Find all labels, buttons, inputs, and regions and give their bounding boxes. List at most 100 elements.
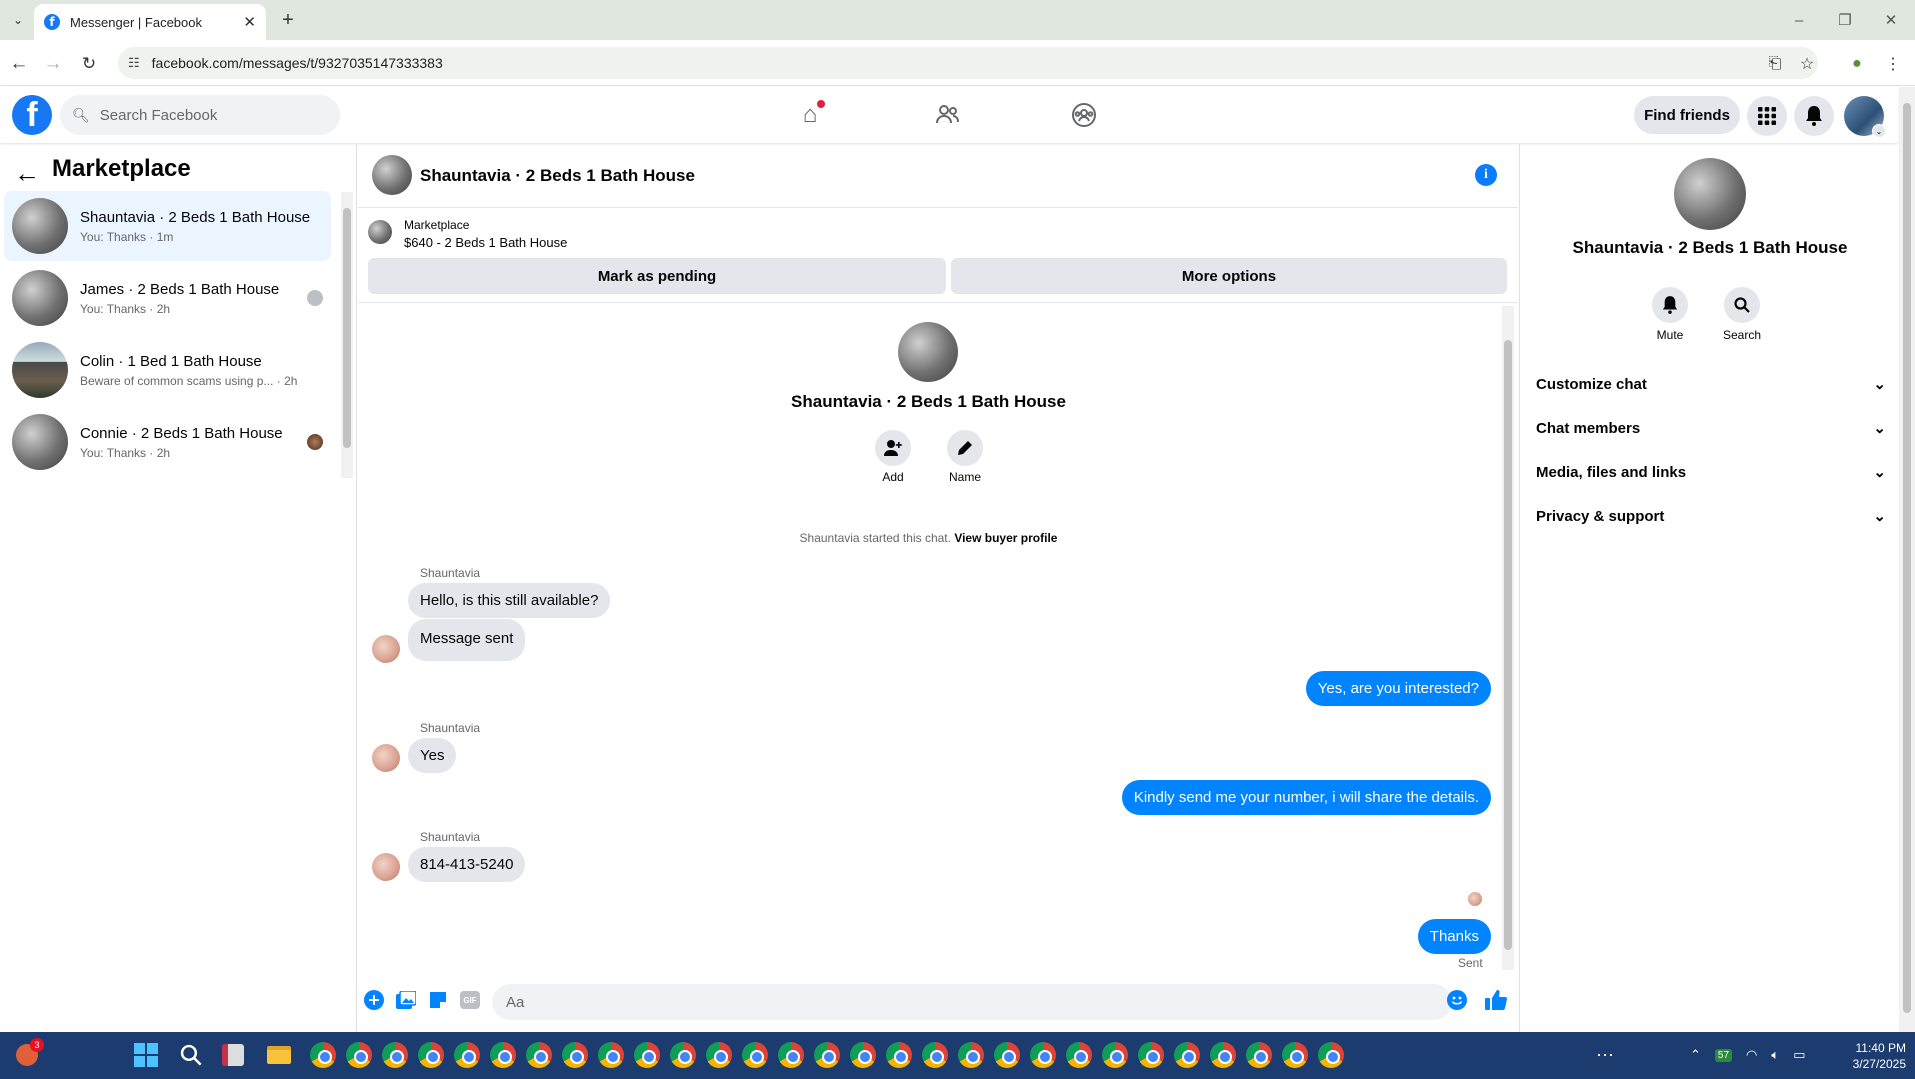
plus-icon[interactable] <box>362 988 386 1012</box>
tray-overflow-icon[interactable]: ⌃ <box>1690 1047 1701 1063</box>
chrome-taskbar-icon[interactable] <box>308 1040 338 1070</box>
more-options-button[interactable]: More options <box>951 258 1507 294</box>
chat-members-section[interactable]: Chat members ⌄ <box>1536 408 1886 448</box>
sender-avatar[interactable] <box>372 635 400 663</box>
chrome-taskbar-icon[interactable] <box>524 1040 554 1070</box>
system-clock[interactable]: 11:40 PM 3/27/2025 <box>1830 1040 1906 1072</box>
facebook-logo[interactable]: f <box>12 95 52 135</box>
windows-start-icon[interactable] <box>131 1040 161 1070</box>
chrome-taskbar-icon[interactable] <box>1028 1040 1058 1070</box>
profile-avatar[interactable] <box>898 322 958 382</box>
chrome-taskbar-icon[interactable] <box>1064 1040 1094 1070</box>
chrome-taskbar-icon[interactable] <box>884 1040 914 1070</box>
groups-icon[interactable] <box>1067 98 1101 132</box>
chrome-taskbar-icon[interactable] <box>1172 1040 1202 1070</box>
chrome-taskbar-icon[interactable] <box>416 1040 446 1070</box>
chrome-taskbar-icon[interactable] <box>1316 1040 1346 1070</box>
weather-widget[interactable]: 57 <box>1714 1048 1733 1062</box>
details-avatar[interactable] <box>1674 158 1746 230</box>
mute-bell-icon[interactable] <box>1652 287 1688 323</box>
incoming-message[interactable]: Yes <box>408 738 457 773</box>
outgoing-message[interactable]: Kindly send me your number, i will share… <box>1121 780 1491 815</box>
more-apps-icon[interactable]: ⋯ <box>1590 1040 1620 1070</box>
account-avatar[interactable]: ⌄ <box>1844 96 1886 138</box>
incoming-message[interactable]: 814-413-5240 <box>408 847 526 882</box>
close-window-icon[interactable]: ✕ <box>1876 8 1906 32</box>
menu-grid-icon[interactable] <box>1747 96 1787 136</box>
wifi-icon[interactable]: ◠ <box>1746 1047 1757 1063</box>
chrome-taskbar-icon[interactable] <box>848 1040 878 1070</box>
back-icon[interactable]: ← <box>6 51 32 77</box>
install-app-icon[interactable]: ⎗ <box>1762 51 1788 77</box>
privacy-support-section[interactable]: Privacy & support ⌄ <box>1536 496 1886 536</box>
profile-icon[interactable]: ● <box>1844 51 1870 77</box>
chat-scrollbar[interactable] <box>1502 306 1514 970</box>
photo-icon[interactable] <box>394 988 418 1012</box>
notifications-bell-icon[interactable] <box>1794 96 1834 136</box>
chrome-taskbar-icon[interactable] <box>488 1040 518 1070</box>
chrome-taskbar-icon[interactable] <box>1280 1040 1310 1070</box>
task-view-icon[interactable] <box>218 1040 248 1070</box>
add-person-icon[interactable] <box>875 430 911 466</box>
chrome-taskbar-icon[interactable] <box>956 1040 986 1070</box>
page-scrollbar[interactable] <box>1899 87 1915 1032</box>
gif-icon[interactable]: GIF <box>458 988 482 1012</box>
friends-icon[interactable] <box>930 98 964 132</box>
conversation-item[interactable]: Connie · 2 Beds 1 Bath House You: Thanks … <box>4 407 331 477</box>
game-app-icon[interactable]: 3 <box>12 1038 44 1070</box>
close-tab-icon[interactable]: ✕ <box>243 13 256 31</box>
view-buyer-profile-link[interactable]: View buyer profile <box>954 531 1057 545</box>
chrome-taskbar-icon[interactable] <box>740 1040 770 1070</box>
listing-price-title[interactable]: $640 - 2 Beds 1 Bath House <box>404 235 567 250</box>
chrome-taskbar-icon[interactable] <box>668 1040 698 1070</box>
new-tab-button[interactable]: + <box>276 8 300 32</box>
chrome-taskbar-icon[interactable] <box>704 1040 734 1070</box>
file-explorer-icon[interactable] <box>264 1040 294 1070</box>
battery-icon[interactable]: ▭ <box>1793 1047 1805 1063</box>
chrome-taskbar-icon[interactable] <box>776 1040 806 1070</box>
volume-icon[interactable]: 🔈︎ <box>1771 1047 1779 1063</box>
chrome-taskbar-icon[interactable] <box>380 1040 410 1070</box>
find-friends-button[interactable]: Find friends <box>1634 96 1740 134</box>
sender-avatar[interactable] <box>372 744 400 772</box>
taskbar-search-icon[interactable] <box>176 1040 206 1070</box>
sidebar-scrollbar[interactable] <box>341 192 353 478</box>
conversation-item[interactable]: Shauntavia · 2 Beds 1 Bath House You: Tha… <box>4 191 331 261</box>
chrome-taskbar-icon[interactable] <box>920 1040 950 1070</box>
browser-tab[interactable]: f Messenger | Facebook ✕ <box>34 4 266 40</box>
reload-icon[interactable]: ↻ <box>76 51 102 77</box>
url-text[interactable]: facebook.com/messages/t/9327035147333383 <box>152 55 443 71</box>
like-thumbs-up-icon[interactable] <box>1484 988 1508 1012</box>
forward-icon[interactable]: → <box>40 51 66 77</box>
emoji-icon[interactable] <box>1445 988 1469 1012</box>
sender-avatar[interactable] <box>372 853 400 881</box>
listing-thumbnail[interactable] <box>368 220 392 244</box>
mark-as-pending-button[interactable]: Mark as pending <box>368 258 946 294</box>
chat-avatar[interactable] <box>372 155 412 195</box>
conversation-item[interactable]: Colin · 1 Bed 1 Bath House Beware of comm… <box>4 335 331 405</box>
outgoing-message[interactable]: Thanks <box>1417 919 1491 954</box>
chrome-taskbar-icon[interactable] <box>992 1040 1022 1070</box>
incoming-message[interactable]: Message sent <box>408 619 526 661</box>
chat-title[interactable]: Shauntavia · 2 Beds 1 Bath House <box>420 166 695 186</box>
minimize-icon[interactable]: – <box>1784 8 1814 32</box>
media-files-links-section[interactable]: Media, files and links ⌄ <box>1536 452 1886 492</box>
outgoing-message[interactable]: Yes, are you interested? <box>1305 671 1491 706</box>
tab-search-dropdown-icon[interactable]: ⌄ <box>8 10 28 30</box>
chrome-taskbar-icon[interactable] <box>1100 1040 1130 1070</box>
chrome-taskbar-icon[interactable] <box>632 1040 662 1070</box>
omnibox[interactable]: ☷ facebook.com/messages/t/93270351473333… <box>118 47 1818 79</box>
edit-name-pencil-icon[interactable] <box>947 430 983 466</box>
chrome-taskbar-icon[interactable] <box>812 1040 842 1070</box>
chrome-taskbar-icon[interactable] <box>1244 1040 1274 1070</box>
customize-chat-section[interactable]: Customize chat ⌄ <box>1536 364 1886 404</box>
incoming-message[interactable]: Hello, is this still available? <box>408 583 611 618</box>
chrome-taskbar-icon[interactable] <box>344 1040 374 1070</box>
message-input[interactable]: Aa <box>492 984 1452 1020</box>
sticker-icon[interactable] <box>426 988 450 1012</box>
chrome-taskbar-icon[interactable] <box>560 1040 590 1070</box>
conversation-item[interactable]: James · 2 Beds 1 Bath House You: Thanks ·… <box>4 263 331 333</box>
chrome-taskbar-icon[interactable] <box>596 1040 626 1070</box>
site-settings-icon[interactable]: ☷ <box>128 55 140 71</box>
restore-icon[interactable]: ❐ <box>1830 8 1860 32</box>
